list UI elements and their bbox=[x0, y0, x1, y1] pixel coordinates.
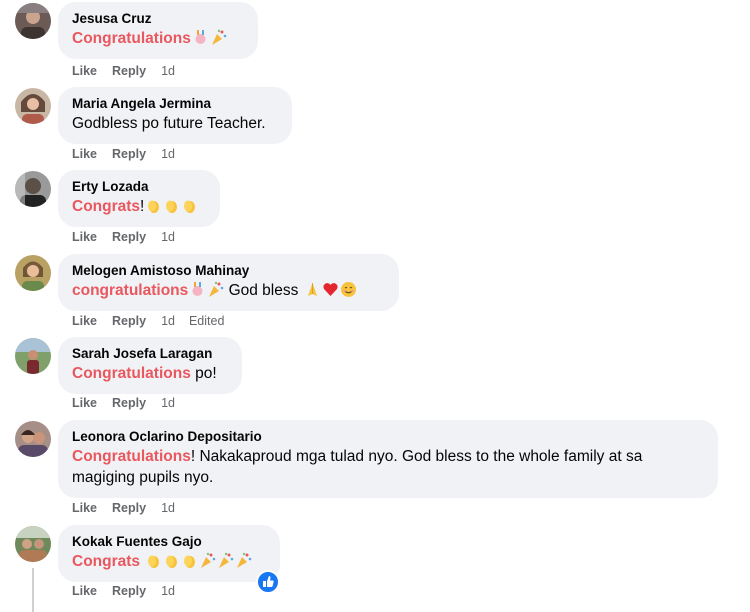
reply-button[interactable]: Reply bbox=[112, 64, 146, 78]
comment-text: Congrats! bbox=[72, 196, 206, 217]
comment-text-segment: po! bbox=[190, 365, 217, 382]
clapping-hands-icon bbox=[181, 552, 198, 569]
comment-actions: Like Reply 1d Edited bbox=[72, 314, 224, 328]
highlighted-text: Congratulations bbox=[72, 365, 191, 382]
clapping-hands-icon bbox=[163, 552, 180, 569]
highlighted-text: Congratulations bbox=[72, 448, 191, 465]
party-popper-icon bbox=[210, 29, 227, 46]
comment-actions: Like Reply 1d bbox=[72, 396, 189, 410]
like-button[interactable]: Like bbox=[72, 396, 97, 410]
comment-actions: Like Reply 1d bbox=[72, 147, 189, 161]
comment-author[interactable]: Erty Lozada bbox=[72, 178, 206, 196]
comment-text-segment: ! bbox=[140, 198, 145, 215]
comment-timestamp[interactable]: 1d bbox=[161, 501, 175, 515]
comment-actions: Like Reply 1d bbox=[72, 584, 189, 598]
like-reaction-icon[interactable] bbox=[256, 570, 280, 594]
smiling-face-icon bbox=[340, 281, 357, 298]
comment-author[interactable]: Jesusa Cruz bbox=[72, 10, 244, 28]
comment-actions: Like Reply 1d bbox=[72, 230, 189, 244]
comment-timestamp[interactable]: 1d bbox=[161, 314, 175, 328]
folded-hands-icon bbox=[304, 281, 321, 298]
comment-text: Congratulations bbox=[72, 28, 244, 49]
comment-bubble: Erty Lozada Congrats! bbox=[58, 170, 220, 227]
comment-bubble: Kokak Fuentes Gajo Congrats bbox=[58, 525, 280, 582]
comment-bubble: Sarah Josefa Laragan Congratulations po! bbox=[58, 337, 242, 394]
comment-text: congratulations God bless bbox=[72, 280, 385, 301]
avatar[interactable] bbox=[15, 3, 51, 39]
avatar[interactable] bbox=[15, 88, 51, 124]
like-button[interactable]: Like bbox=[72, 147, 97, 161]
clapping-hands-icon bbox=[145, 552, 162, 569]
highlighted-text: Congratulations bbox=[72, 30, 191, 47]
comment-author[interactable]: Leonora Oclarino Depositario bbox=[72, 428, 704, 446]
reply-button[interactable]: Reply bbox=[112, 314, 146, 328]
edited-label: Edited bbox=[188, 314, 225, 328]
like-button[interactable]: Like bbox=[72, 314, 97, 328]
highlighted-text: Congrats bbox=[72, 198, 141, 215]
avatar[interactable] bbox=[15, 338, 51, 374]
avatar[interactable] bbox=[15, 421, 51, 457]
like-button[interactable]: Like bbox=[72, 584, 97, 598]
highlighted-text: congratulations bbox=[72, 282, 189, 299]
thread-line bbox=[32, 568, 34, 612]
like-button[interactable]: Like bbox=[72, 230, 97, 244]
party-popper-icon bbox=[235, 552, 252, 569]
comment-actions: Like Reply 1d bbox=[72, 501, 189, 515]
comment-actions: Like Reply 1d bbox=[72, 64, 189, 78]
reply-button[interactable]: Reply bbox=[112, 147, 146, 161]
comment-author[interactable]: Melogen Amistoso Mahinay bbox=[72, 262, 385, 280]
comment-bubble: Jesusa Cruz Congratulations bbox=[58, 2, 258, 59]
comment-text: Godbless po future Teacher. bbox=[72, 115, 266, 132]
like-button[interactable]: Like bbox=[72, 501, 97, 515]
reply-button[interactable]: Reply bbox=[112, 584, 146, 598]
party-popper-icon bbox=[199, 552, 216, 569]
comment-text: Congratulations po! bbox=[72, 363, 228, 384]
party-popper-icon bbox=[217, 552, 234, 569]
reply-button[interactable]: Reply bbox=[112, 501, 146, 515]
red-heart-icon bbox=[322, 281, 339, 298]
comment-timestamp[interactable]: 1d bbox=[161, 584, 175, 598]
confetti-ball-icon bbox=[192, 29, 209, 46]
reply-button[interactable]: Reply bbox=[112, 396, 146, 410]
like-button[interactable]: Like bbox=[72, 64, 97, 78]
comment-bubble: Melogen Amistoso Mahinay congratulations… bbox=[58, 254, 399, 311]
comment-timestamp[interactable]: 1d bbox=[161, 396, 175, 410]
comment-timestamp[interactable]: 1d bbox=[161, 64, 175, 78]
party-popper-icon bbox=[207, 281, 224, 298]
comment-timestamp[interactable]: 1d bbox=[161, 230, 175, 244]
comment-bubble: Leonora Oclarino Depositario Congratulat… bbox=[58, 420, 718, 498]
comment-author[interactable]: Kokak Fuentes Gajo bbox=[72, 533, 266, 551]
comment-bubble: Maria Angela Jermina Godbless po future … bbox=[58, 87, 292, 144]
avatar[interactable] bbox=[15, 526, 51, 562]
comment-text: Congrats bbox=[72, 551, 266, 572]
clapping-hands-icon bbox=[163, 197, 180, 214]
highlighted-text: Congrats bbox=[72, 553, 145, 570]
comment-text: Congratulations! Nakakaproud mga tulad n… bbox=[72, 446, 704, 488]
comment-text-segment: God bless bbox=[224, 282, 303, 299]
confetti-ball-icon bbox=[189, 281, 206, 298]
avatar[interactable] bbox=[15, 255, 51, 291]
clapping-hands-icon bbox=[181, 197, 198, 214]
comment-author[interactable]: Maria Angela Jermina bbox=[72, 95, 278, 113]
reply-button[interactable]: Reply bbox=[112, 230, 146, 244]
comment-timestamp[interactable]: 1d bbox=[161, 147, 175, 161]
clapping-hands-icon bbox=[145, 197, 162, 214]
avatar[interactable] bbox=[15, 171, 51, 207]
comment-author[interactable]: Sarah Josefa Laragan bbox=[72, 345, 228, 363]
